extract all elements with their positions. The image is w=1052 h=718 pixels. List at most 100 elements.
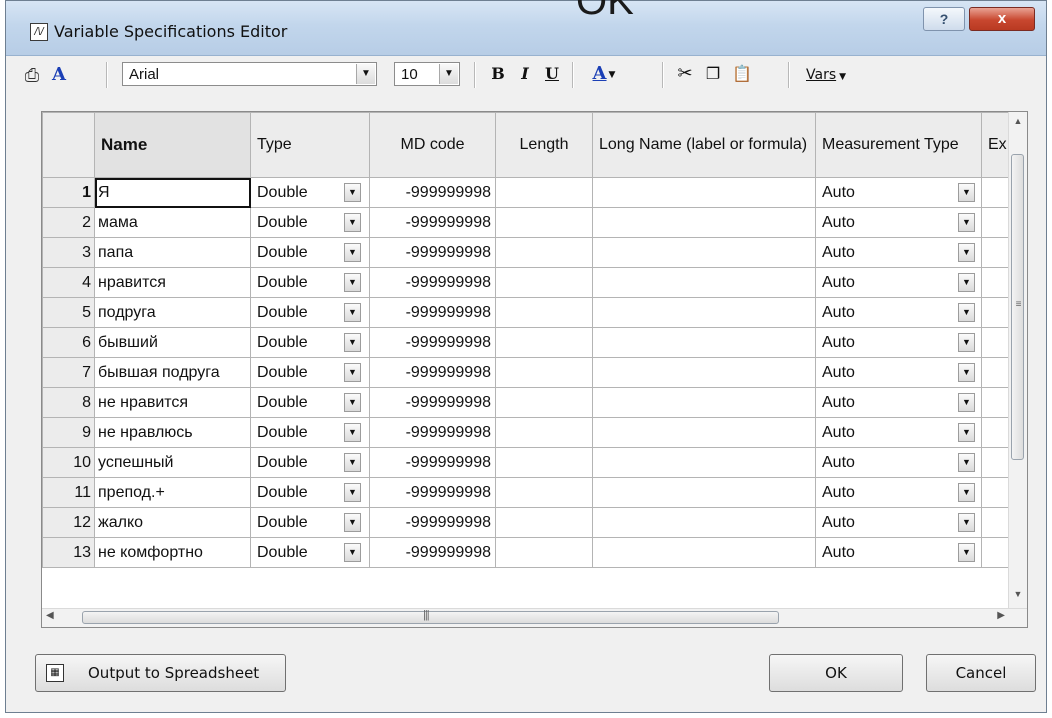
- long-name-cell[interactable]: [592, 447, 816, 478]
- length-cell[interactable]: [495, 537, 593, 568]
- chevron-down-icon[interactable]: ▼: [344, 543, 361, 562]
- row-number[interactable]: 10: [42, 447, 95, 478]
- long-name-cell[interactable]: [592, 387, 816, 418]
- type-cell[interactable]: Double ▼: [250, 417, 370, 448]
- measurement-type-cell[interactable]: Auto ▼: [815, 297, 982, 328]
- measurement-type-cell[interactable]: Auto ▼: [815, 357, 982, 388]
- name-cell[interactable]: бывший: [94, 327, 251, 358]
- measurement-type-cell[interactable]: Auto ▼: [815, 537, 982, 568]
- row-number[interactable]: 7: [42, 357, 95, 388]
- column-header-md-code[interactable]: MD code: [369, 112, 496, 178]
- column-header-name[interactable]: Name: [94, 112, 251, 178]
- chevron-down-icon[interactable]: ▼: [344, 513, 361, 532]
- chevron-down-icon[interactable]: ▼: [344, 363, 361, 382]
- table-row[interactable]: 2 мама Double ▼ -999999998 Auto ▼: [42, 207, 1022, 238]
- vertical-scrollbar[interactable]: ▲ ≡ ▼: [1008, 112, 1027, 609]
- row-number[interactable]: 2: [42, 207, 95, 238]
- name-cell[interactable]: бывшая подруга: [94, 357, 251, 388]
- chevron-down-icon[interactable]: ▼: [958, 303, 975, 322]
- md-code-cell[interactable]: -999999998: [369, 267, 496, 298]
- scroll-left-icon[interactable]: ◀: [46, 610, 54, 621]
- italic-button[interactable]: I: [514, 62, 536, 86]
- table-row[interactable]: 7 бывшая подруга Double ▼ -999999998 Auto ▼: [42, 357, 1022, 388]
- md-code-cell[interactable]: -999999998: [369, 477, 496, 508]
- table-row[interactable]: 8 не нравится Double ▼ -999999998 Auto ▼: [42, 387, 1022, 418]
- output-to-spreadsheet-button[interactable]: ▦ Output to Spreadsheet: [35, 654, 286, 692]
- length-cell[interactable]: [495, 207, 593, 238]
- font-size-select[interactable]: 10 ▼: [394, 62, 460, 86]
- name-cell[interactable]: нравится: [94, 267, 251, 298]
- table-row[interactable]: 13 не комфортно Double ▼ -999999998 Auto ▼: [42, 537, 1022, 568]
- scroll-up-icon[interactable]: ▲: [1009, 116, 1027, 132]
- title-bar[interactable]: /\/ Variable Specifications Editor OK ? …: [6, 0, 1046, 56]
- name-cell[interactable]: не нравлюсь: [94, 417, 251, 448]
- md-code-cell[interactable]: -999999998: [369, 357, 496, 388]
- name-cell[interactable]: не нравится: [94, 387, 251, 418]
- row-number[interactable]: 13: [42, 537, 95, 568]
- name-cell[interactable]: не комфортно: [94, 537, 251, 568]
- column-header-measurement-type[interactable]: Measurement Type: [815, 112, 982, 178]
- table-row[interactable]: 12 жалко Double ▼ -999999998 Auto ▼: [42, 507, 1022, 538]
- length-cell[interactable]: [495, 357, 593, 388]
- name-cell[interactable]: успешный: [94, 447, 251, 478]
- type-cell[interactable]: Double ▼: [250, 507, 370, 538]
- chevron-down-icon[interactable]: ▼: [958, 183, 975, 202]
- chevron-down-icon[interactable]: ▼: [344, 213, 361, 232]
- length-cell[interactable]: [495, 387, 593, 418]
- chevron-down-icon[interactable]: ▼: [958, 243, 975, 262]
- long-name-cell[interactable]: [592, 327, 816, 358]
- scroll-right-icon[interactable]: ▶: [997, 610, 1005, 621]
- chevron-down-icon[interactable]: ▼: [344, 273, 361, 292]
- name-cell[interactable]: мама: [94, 207, 251, 238]
- font-name-select[interactable]: Arial ▼: [122, 62, 377, 86]
- horizontal-scrollbar[interactable]: ◀ ||| ▶: [42, 608, 1027, 627]
- paste-icon[interactable]: 📋: [731, 62, 753, 86]
- chevron-down-icon[interactable]: ▼: [958, 333, 975, 352]
- measurement-type-cell[interactable]: Auto ▼: [815, 237, 982, 268]
- chevron-down-icon[interactable]: ▼: [439, 64, 458, 84]
- row-number[interactable]: 5: [42, 297, 95, 328]
- row-number[interactable]: 6: [42, 327, 95, 358]
- long-name-cell[interactable]: [592, 477, 816, 508]
- long-name-cell[interactable]: [592, 357, 816, 388]
- name-cell[interactable]: подруга: [94, 297, 251, 328]
- chevron-down-icon[interactable]: ▼: [344, 453, 361, 472]
- measurement-type-cell[interactable]: Auto ▼: [815, 447, 982, 478]
- length-cell[interactable]: [495, 297, 593, 328]
- name-cell[interactable]: Я: [94, 177, 251, 208]
- length-cell[interactable]: [495, 447, 593, 478]
- length-cell[interactable]: [495, 177, 593, 208]
- chevron-down-icon[interactable]: ▼: [958, 393, 975, 412]
- text-color-button[interactable]: A ▼: [583, 62, 625, 86]
- chevron-down-icon[interactable]: ▼: [344, 303, 361, 322]
- type-cell[interactable]: Double ▼: [250, 537, 370, 568]
- help-button[interactable]: ?: [923, 7, 965, 31]
- table-row[interactable]: 9 не нравлюсь Double ▼ -999999998 Auto ▼: [42, 417, 1022, 448]
- type-cell[interactable]: Double ▼: [250, 477, 370, 508]
- cancel-button[interactable]: Cancel: [926, 654, 1036, 692]
- chevron-down-icon[interactable]: ▼: [958, 453, 975, 472]
- row-number[interactable]: 4: [42, 267, 95, 298]
- vars-menu-button[interactable]: Vars ▼: [806, 67, 846, 83]
- table-row[interactable]: 5 подруга Double ▼ -999999998 Auto ▼: [42, 297, 1022, 328]
- chevron-down-icon[interactable]: ▼: [344, 483, 361, 502]
- length-cell[interactable]: [495, 327, 593, 358]
- table-row[interactable]: 1 Я Double ▼ -999999998 Auto ▼: [42, 177, 1022, 208]
- long-name-cell[interactable]: [592, 207, 816, 238]
- length-cell[interactable]: [495, 417, 593, 448]
- column-header-type[interactable]: Type: [250, 112, 370, 178]
- close-button[interactable]: x: [969, 7, 1035, 31]
- measurement-type-cell[interactable]: Auto ▼: [815, 477, 982, 508]
- type-cell[interactable]: Double ▼: [250, 297, 370, 328]
- type-cell[interactable]: Double ▼: [250, 177, 370, 208]
- md-code-cell[interactable]: -999999998: [369, 387, 496, 418]
- md-code-cell[interactable]: -999999998: [369, 537, 496, 568]
- chevron-down-icon[interactable]: ▼: [958, 213, 975, 232]
- measurement-type-cell[interactable]: Auto ▼: [815, 387, 982, 418]
- chevron-down-icon[interactable]: ▼: [344, 243, 361, 262]
- long-name-cell[interactable]: [592, 177, 816, 208]
- ok-button[interactable]: OK: [769, 654, 903, 692]
- print-icon[interactable]: ⎙: [20, 64, 44, 86]
- md-code-cell[interactable]: -999999998: [369, 447, 496, 478]
- name-cell[interactable]: папа: [94, 237, 251, 268]
